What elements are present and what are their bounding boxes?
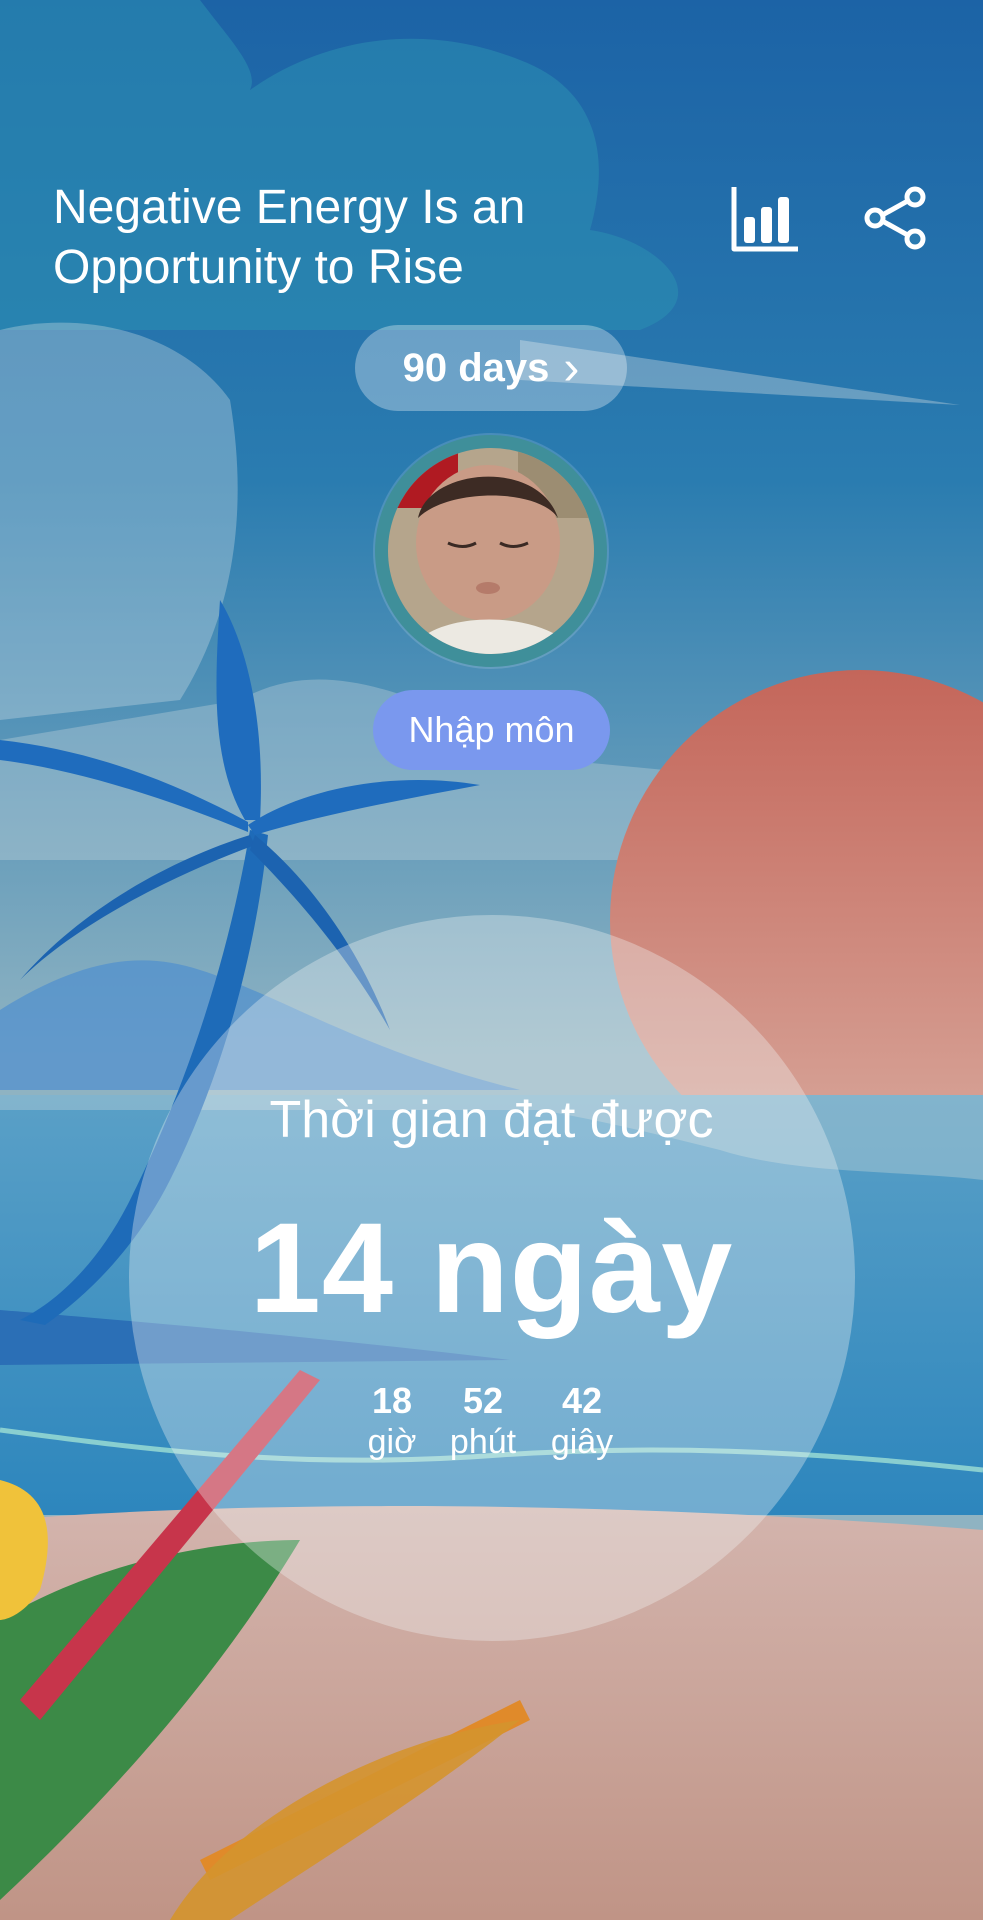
share-button[interactable]	[855, 178, 935, 258]
minutes-counter: 52 phút	[428, 1380, 538, 1462]
minutes-label: phút	[449, 1423, 517, 1461]
share-icon	[864, 186, 926, 250]
achieved-days-value: 14 ngày	[249, 1197, 734, 1340]
level-badge-button[interactable]: Nhập môn	[373, 690, 610, 770]
chevron-right-icon: ›	[563, 341, 580, 395]
avatar-photo	[388, 448, 594, 654]
goal-days-button[interactable]: 90 days ›	[355, 325, 627, 411]
seconds-label: giây	[550, 1423, 614, 1461]
page-title: Negative Energy Is an Opportunity to Ris…	[53, 181, 526, 294]
goal-days-label: 90 days	[402, 345, 550, 390]
minutes-value: 52	[462, 1380, 504, 1421]
seconds-counter: 42 giây	[527, 1380, 637, 1462]
achieved-time-label: Thời gian đạt được	[269, 1091, 714, 1149]
avatar[interactable]	[375, 435, 607, 667]
bar-chart-icon	[731, 187, 798, 252]
seconds-value: 42	[561, 1380, 603, 1421]
stats-button[interactable]	[725, 178, 805, 258]
